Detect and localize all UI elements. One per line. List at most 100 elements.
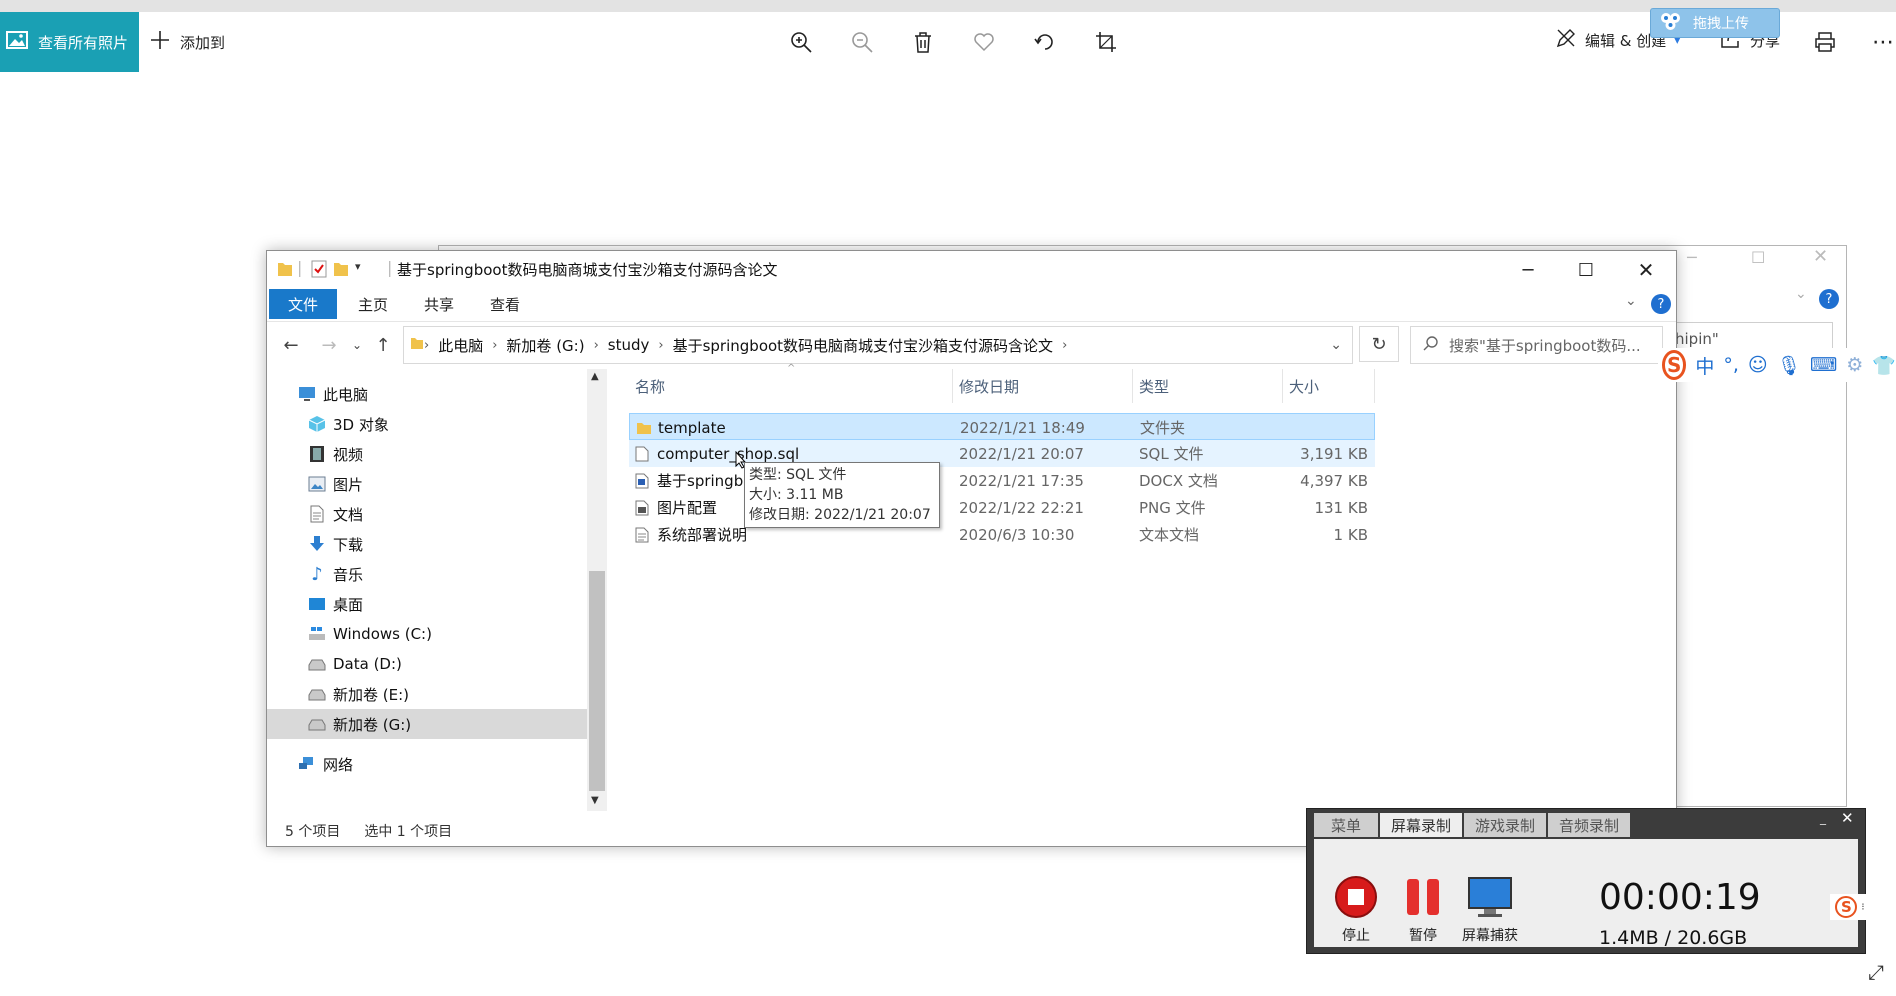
add-to-label: 添加到 — [180, 33, 226, 52]
tab-file[interactable]: 文件 — [269, 289, 337, 319]
recorder-tab-menu[interactable]: 菜单 — [1314, 813, 1378, 837]
nav-item-windows-c[interactable]: Windows (C:) — [267, 619, 587, 649]
tab-home[interactable]: 主页 — [341, 289, 405, 319]
column-header-size[interactable]: 大小 — [1283, 369, 1375, 403]
nav-item-3d-objects[interactable]: 3D 对象 — [267, 409, 587, 439]
view-all-photos-button[interactable]: 查看所有照片 — [0, 12, 139, 72]
delete-icon[interactable] — [906, 25, 940, 59]
pause-button[interactable]: 暂停 — [1393, 875, 1453, 945]
stop-button[interactable]: 停止 — [1326, 875, 1386, 945]
file-name: 系统部署说明 — [657, 526, 748, 544]
sogou-logo-icon[interactable]: S — [1662, 350, 1687, 380]
maximize-icon[interactable]: ☐ — [1557, 251, 1615, 289]
nav-item-videos[interactable]: 视频 — [267, 439, 587, 469]
photo-gallery-icon — [6, 29, 28, 55]
nav-item-pictures[interactable]: 图片 — [267, 469, 587, 499]
zoom-out-icon[interactable] — [845, 25, 879, 59]
bg-minimize-icon[interactable]: ─ — [1687, 248, 1697, 267]
nav-item-network[interactable]: 网络 — [267, 749, 587, 779]
refresh-icon[interactable]: ↻ — [1359, 326, 1399, 362]
file-row[interactable]: 系统部署说明 2020/6/3 10:30 文本文档 1 KB — [629, 521, 1375, 548]
text-file-icon — [635, 521, 649, 548]
up-arrow-icon[interactable]: ↑ — [369, 328, 397, 362]
file-row[interactable]: template 2022/1/21 18:49 文件夹 — [629, 413, 1375, 440]
nav-item-downloads[interactable]: 下载 — [267, 529, 587, 559]
new-folder-icon[interactable] — [333, 260, 349, 282]
nav-item-data-d[interactable]: Data (D:) — [267, 649, 587, 679]
microphone-icon[interactable]: 🎙 — [1777, 354, 1801, 377]
baidu-upload-button[interactable]: 拖拽上传 — [1650, 8, 1780, 38]
ime-punctuation-label[interactable]: °, — [1723, 354, 1739, 376]
recording-timer: 00:00:19 — [1599, 877, 1761, 918]
recorder-minimize-icon[interactable]: _ — [1820, 811, 1826, 825]
bg-expand-chevron-icon[interactable]: ⌄ — [1795, 286, 1807, 302]
help-icon[interactable]: ? — [1651, 294, 1671, 314]
nav-item-volume-g[interactable]: 新加卷 (G:) — [267, 709, 587, 739]
file-row[interactable]: 图片配置 2022/1/22 22:21 PNG 文件 131 KB — [629, 494, 1375, 521]
screen-capture-button[interactable]: 屏幕捕获 — [1460, 875, 1520, 945]
recorder-tab-game[interactable]: 游戏录制 — [1464, 813, 1546, 837]
recent-locations-chevron-icon[interactable]: ⌄ — [343, 328, 371, 362]
keyboard-icon[interactable]: ⌨ — [1810, 354, 1837, 376]
breadcrumb-this-pc[interactable]: 此电脑 — [429, 335, 492, 356]
print-icon[interactable] — [1808, 25, 1842, 59]
scroll-down-icon[interactable]: ▼ — [591, 795, 599, 806]
recorder-close-icon[interactable]: ✕ — [1841, 809, 1854, 827]
tab-view[interactable]: 查看 — [473, 289, 537, 319]
address-bar[interactable]: › 此电脑 › 新加卷 (G:) › study › 基于springboot数… — [403, 326, 1353, 364]
breadcrumb-current-folder[interactable]: 基于springboot数码电脑商城支付宝沙箱支付源码含论文 — [664, 335, 1062, 356]
user-settings-icon[interactable]: ⚙ — [1846, 354, 1863, 376]
nav-item-documents[interactable]: 文档 — [267, 499, 587, 529]
breadcrumb-drive-g[interactable]: 新加卷 (G:) — [497, 335, 593, 356]
column-header-date[interactable]: 修改日期 — [953, 369, 1133, 403]
skin-shirt-icon[interactable]: 👕 — [1872, 354, 1896, 377]
close-icon[interactable]: ✕ — [1617, 251, 1675, 289]
forward-arrow-icon[interactable]: → — [315, 328, 343, 362]
crop-icon[interactable] — [1089, 25, 1123, 59]
bg-maximize-icon[interactable]: ☐ — [1751, 248, 1765, 267]
bg-close-icon[interactable]: ✕ — [1813, 246, 1828, 267]
ime-mode-label[interactable]: 中 — [1695, 352, 1714, 379]
emoji-icon[interactable]: ☺ — [1748, 354, 1768, 376]
tab-share[interactable]: 共享 — [407, 289, 471, 319]
more-options-icon[interactable]: ⋯ — [1866, 25, 1896, 59]
scroll-up-icon[interactable]: ▲ — [591, 371, 599, 382]
music-icon: ♪ — [311, 563, 323, 585]
picture-icon — [307, 475, 327, 493]
sogou-mini-bar[interactable]: S ⁝ — [1830, 894, 1870, 920]
file-name: 基于springb — [657, 472, 744, 490]
nav-item-desktop[interactable]: 桌面 — [267, 589, 587, 619]
nav-scrollbar-thumb[interactable] — [589, 571, 605, 791]
back-arrow-icon[interactable]: ← — [277, 328, 305, 362]
baidu-cloud-icon — [1657, 10, 1685, 36]
favorite-heart-icon[interactable] — [967, 25, 1001, 59]
recorder-tab-screen[interactable]: 屏幕录制 — [1380, 813, 1462, 837]
column-header-type[interactable]: 类型 — [1133, 369, 1283, 403]
breadcrumb-study[interactable]: study — [599, 336, 659, 354]
file-date: 2022/1/21 20:07 — [959, 444, 1084, 463]
ribbon-expand-chevron-icon[interactable]: ⌄ — [1625, 293, 1637, 309]
recorder-tab-audio[interactable]: 音频录制 — [1548, 813, 1630, 837]
nav-item-this-pc[interactable]: 此电脑 — [267, 379, 587, 409]
status-selected-count: 选中 1 个项目 — [364, 824, 453, 840]
add-to-button[interactable]: 添加到 — [150, 26, 225, 58]
file-type: PNG 文件 — [1139, 499, 1206, 517]
tooltip-modified: 修改日期: 2022/1/21 20:07 — [749, 507, 931, 523]
resize-expand-icon[interactable]: ⤢ — [1868, 960, 1884, 984]
folder-icon — [636, 414, 652, 441]
zoom-in-icon[interactable] — [784, 25, 818, 59]
screen-recorder-window: _ ✕ 菜单 屏幕录制 游戏录制 音频录制 停止 暂停 屏幕捕获 00:00:1… — [1306, 808, 1866, 954]
quick-access-dropdown-icon[interactable]: ▾ — [355, 260, 361, 273]
rotate-icon[interactable] — [1028, 25, 1062, 59]
column-header-name[interactable]: 名称 — [629, 369, 953, 403]
bg-help-icon[interactable]: ? — [1819, 289, 1839, 309]
file-date: 2020/6/3 10:30 — [959, 525, 1075, 544]
video-icon — [307, 445, 327, 463]
minimize-icon[interactable]: ─ — [1499, 251, 1557, 289]
nav-item-music[interactable]: ♪ 音乐 — [267, 559, 587, 589]
search-input[interactable]: 搜索"基于springboot数码... — [1410, 326, 1663, 364]
nav-item-volume-e[interactable]: 新加卷 (E:) — [267, 679, 587, 709]
file-type: DOCX 文档 — [1139, 472, 1218, 490]
address-dropdown-chevron-icon[interactable]: ⌄ — [1330, 337, 1342, 353]
properties-check-icon[interactable] — [311, 260, 327, 282]
